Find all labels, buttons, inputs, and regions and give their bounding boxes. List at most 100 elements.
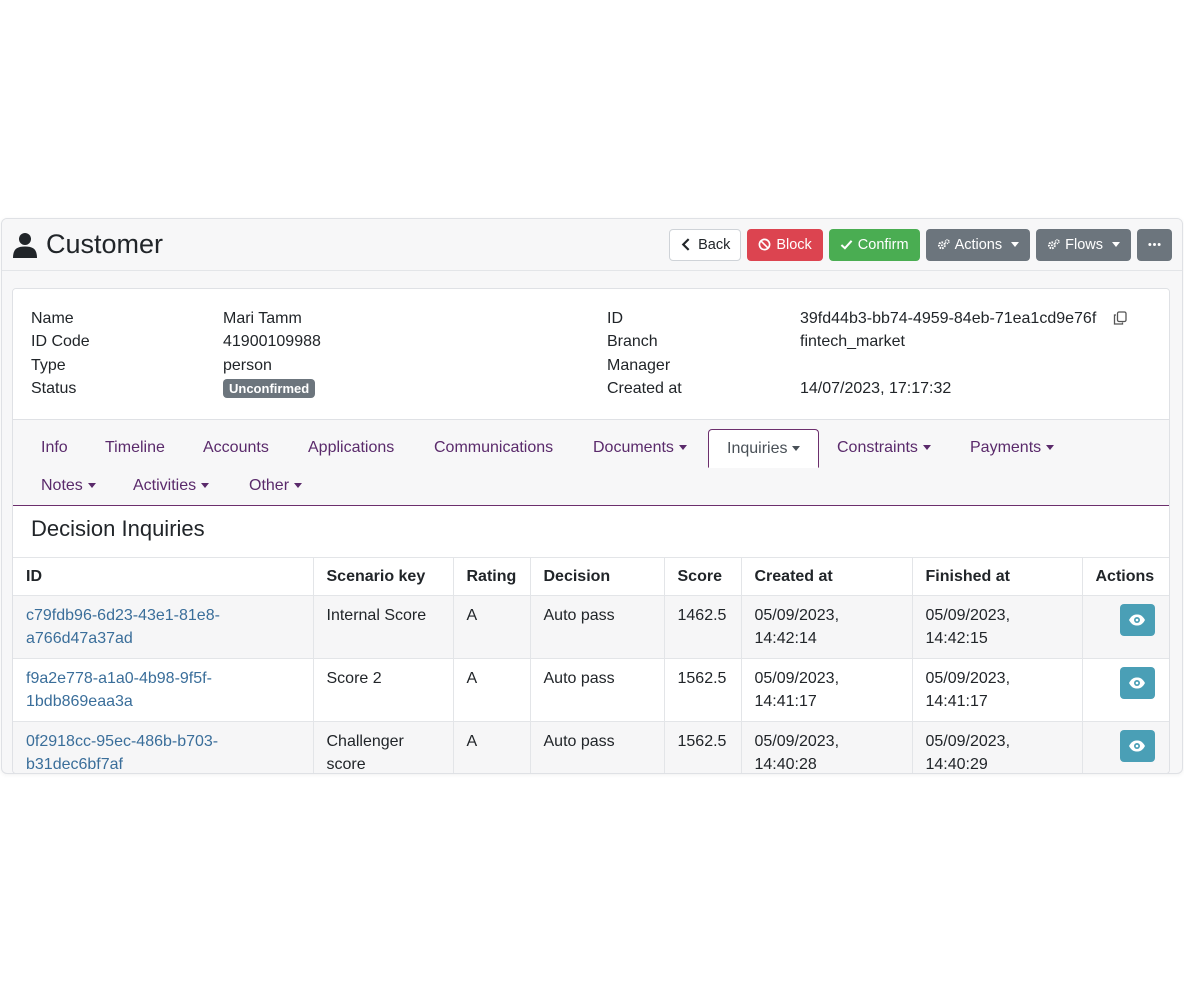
id-part: c79fdb96-6d23-43e1-81e8- xyxy=(26,607,220,624)
detail-value-name: Mari Tamm xyxy=(223,310,302,327)
caret-down-icon xyxy=(922,445,931,451)
flows-button-label: Flows xyxy=(1065,236,1103,253)
check-icon xyxy=(840,240,853,250)
header-buttons: Back Block Confirm Actions Flows xyxy=(669,228,1172,261)
eye-icon xyxy=(1129,614,1145,626)
eye-icon xyxy=(1129,677,1145,689)
copy-icon[interactable] xyxy=(1113,311,1127,325)
id-part: b31dec6bf7af xyxy=(26,756,123,773)
back-button[interactable]: Back xyxy=(669,228,742,261)
cogs-icon xyxy=(937,239,950,250)
time-part: 14:41:17 xyxy=(925,693,988,710)
actions-button-label: Actions xyxy=(954,236,1003,253)
actions-dropdown-button[interactable]: Actions xyxy=(925,228,1031,261)
tab-constraints[interactable]: Constraints xyxy=(819,429,949,467)
cell-actions xyxy=(1081,721,1169,773)
confirm-button[interactable]: Confirm xyxy=(828,228,920,261)
cell-id: 0f2918cc-95ec-486b-b703- b31dec6bf7af xyxy=(13,721,314,773)
flows-dropdown-button[interactable]: Flows xyxy=(1036,228,1131,261)
table-row: 0f2918cc-95ec-486b-b703- b31dec6bf7af Cha… xyxy=(13,721,1169,773)
cell-id: f9a2e778-a1a0-4b98-9f5f- 1bdb869eaa3a xyxy=(13,658,314,722)
detail-value-status: Unconfirmed xyxy=(223,377,316,401)
chevron-left-icon xyxy=(681,238,690,251)
tab-applications[interactable]: Applications xyxy=(290,429,412,467)
tab-other[interactable]: Other xyxy=(231,467,320,505)
tab-label: Communications xyxy=(434,439,554,456)
tab-label: Inquiries xyxy=(727,440,788,457)
tab-label: Accounts xyxy=(203,439,269,456)
detail-label-id-code: ID Code xyxy=(31,333,90,350)
cell-rating: A xyxy=(452,658,531,722)
tab-bar: Info Timeline Accounts Applications Comm… xyxy=(13,420,1169,506)
cell-created-at: 05/09/2023, 14:40:28 xyxy=(740,721,913,773)
cell-finished-at: 05/09/2023, 14:42:15 xyxy=(911,595,1083,659)
inquiry-id-link[interactable]: c79fdb96-6d23-43e1-81e8- a766d47a37ad xyxy=(26,607,220,647)
tab-communications[interactable]: Communications xyxy=(416,429,571,467)
view-button[interactable] xyxy=(1119,604,1155,636)
tab-activities[interactable]: Activities xyxy=(115,467,227,505)
confirm-button-label: Confirm xyxy=(857,236,909,253)
column-header-id: ID xyxy=(13,557,314,596)
inquiry-id-link[interactable]: f9a2e778-a1a0-4b98-9f5f- 1bdb869eaa3a xyxy=(26,670,212,710)
tab-label: Applications xyxy=(308,439,395,456)
cell-actions xyxy=(1081,658,1169,722)
id-part: a766d47a37ad xyxy=(26,630,133,647)
cell-actions xyxy=(1081,595,1169,659)
cell-created-at: 05/09/2023, 14:42:14 xyxy=(740,595,913,659)
detail-value-id: 39fd44b3-bb74-4959-84eb-71ea1cd9e76f xyxy=(800,307,1127,331)
cell-score: 1562.5 xyxy=(663,721,742,773)
customer-details: Name Mari Tamm ID Code 41900109988 Type … xyxy=(13,289,1169,420)
date-part: 05/09/2023, xyxy=(925,670,1011,687)
page-title: Customer xyxy=(46,229,164,259)
cell-finished-at: 05/09/2023, 14:40:29 xyxy=(911,721,1083,773)
tab-info[interactable]: Info xyxy=(23,429,86,467)
tab-label: Constraints xyxy=(837,439,918,456)
tab-inquiries[interactable]: Inquiries xyxy=(708,429,820,468)
cell-created-at: 05/09/2023, 14:41:17 xyxy=(740,658,913,722)
cell-scenario-key: Challenger score xyxy=(312,721,454,773)
cell-id: c79fdb96-6d23-43e1-81e8- a766d47a37ad xyxy=(13,595,314,659)
column-header-created-at: Created at xyxy=(740,557,913,596)
scenario-text: Challenger xyxy=(326,733,404,750)
scenario-text: score xyxy=(326,756,366,773)
more-options-button[interactable] xyxy=(1137,228,1172,261)
page-header: Customer Back Block Confirm Actions Flow… xyxy=(2,219,1182,271)
cell-score: 1562.5 xyxy=(663,658,742,722)
detail-label-name: Name xyxy=(31,310,74,327)
column-header-finished-at: Finished at xyxy=(911,557,1083,596)
block-button[interactable]: Block xyxy=(747,228,823,261)
caret-down-icon xyxy=(201,483,210,489)
column-header-rating: Rating xyxy=(452,557,531,596)
cogs-icon xyxy=(1048,239,1060,250)
date-part: 05/09/2023, xyxy=(754,670,840,687)
caret-down-icon xyxy=(1046,445,1055,451)
status-badge: Unconfirmed xyxy=(223,379,316,398)
time-part: 14:40:28 xyxy=(754,756,817,773)
tab-accounts[interactable]: Accounts xyxy=(185,429,287,467)
detail-value-type: person xyxy=(223,357,272,374)
tab-label: Documents xyxy=(593,439,674,456)
tab-label: Other xyxy=(249,477,290,494)
view-button[interactable] xyxy=(1119,667,1155,699)
tab-notes[interactable]: Notes xyxy=(23,467,114,505)
cell-finished-at: 05/09/2023, 14:41:17 xyxy=(911,658,1083,722)
customer-content-panel: Name Mari Tamm ID Code 41900109988 Type … xyxy=(12,288,1170,773)
ban-icon xyxy=(758,238,771,251)
tab-documents[interactable]: Documents xyxy=(575,429,705,467)
caret-down-icon xyxy=(678,445,687,451)
table-row: c79fdb96-6d23-43e1-81e8- a766d47a37ad Int… xyxy=(13,595,1169,659)
tab-payments[interactable]: Payments xyxy=(952,429,1072,467)
time-part: 14:42:14 xyxy=(754,630,817,647)
view-button[interactable] xyxy=(1119,730,1155,762)
inquiry-id-link[interactable]: 0f2918cc-95ec-486b-b703- b31dec6bf7af xyxy=(26,733,218,773)
detail-label-id: ID xyxy=(607,310,623,327)
date-part: 05/09/2023, xyxy=(754,607,840,624)
cell-rating: A xyxy=(452,595,531,659)
cell-decision: Auto pass xyxy=(529,595,665,659)
tab-timeline[interactable]: Timeline xyxy=(87,429,183,467)
table-header-row: ID Scenario key Rating Decision Score Cr… xyxy=(13,557,1169,596)
column-header-score: Score xyxy=(663,557,742,596)
customer-card: Customer Back Block Confirm Actions Flow… xyxy=(1,218,1183,774)
detail-label-branch: Branch xyxy=(607,333,658,350)
scenario-text: Internal Score xyxy=(326,607,427,624)
